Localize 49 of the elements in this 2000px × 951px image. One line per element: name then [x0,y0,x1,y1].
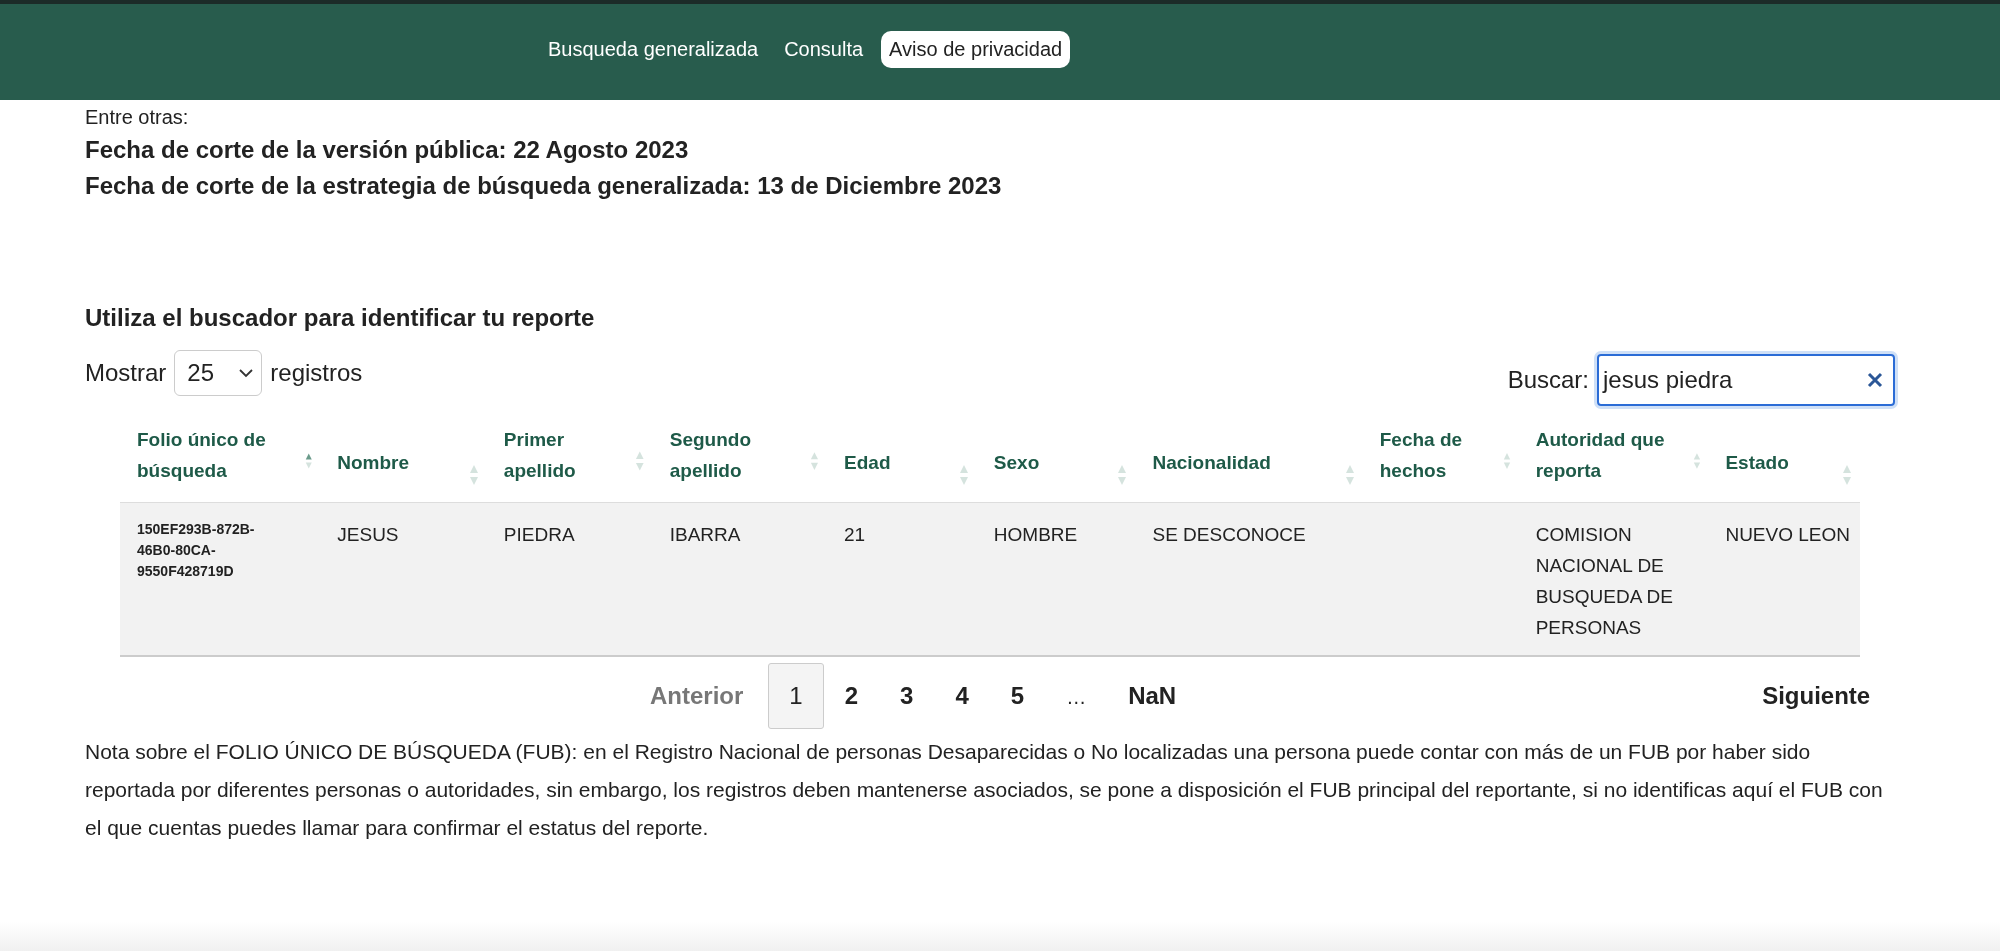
column-header[interactable]: Folio único de búsqueda [137,424,305,486]
sort-icon[interactable] [958,464,969,486]
column-header[interactable]: Fecha de hechos [1379,424,1503,486]
table-cell-text: IBARRA [669,523,742,547]
sort-icon[interactable] [1842,464,1852,486]
length-label: registros [270,359,363,387]
page-length-select[interactable]: 25 [174,350,263,396]
column-header[interactable]: Segundo apellido [669,424,811,486]
page-button[interactable]: 4 [934,663,990,729]
table-cell-text: HOMBRE [993,523,1079,547]
column-header[interactable]: Primer apellido [503,424,636,486]
pagination-ellipsis: … [1065,685,1088,710]
table-cell-text: NUEVO LEON [1725,523,1850,547]
column-header[interactable]: Estado [1725,446,1789,478]
section-heading: Utiliza el buscador para identificar tu reporte [85,304,596,332]
table-cell-text: PIEDRA [503,523,576,547]
clear-icon[interactable] [1867,372,1883,388]
cutoff-date-text: Fecha de corte de la versión pública: 22 Agosto 2023 [85,135,690,165]
page-button[interactable]: NaN [1107,663,1198,729]
sort-icon[interactable] [635,450,645,472]
search-field[interactable]: jesus piedra [1597,354,1895,406]
search-label: Buscar: [1507,366,1589,394]
page-button[interactable]: 2 [823,663,880,729]
table-cell-text: 21 [844,523,867,547]
sort-icon[interactable] [468,464,479,486]
cutoff-date-text: Fecha de corte de la estrategia de búsqueda generalizada: 13 de Diciembre 2023 [85,171,1003,201]
chevron-down-icon [239,368,254,378]
sort-icon[interactable] [1344,464,1355,486]
next-button[interactable]: Siguiente [1737,663,1896,729]
column-header[interactable]: Sexo [993,446,1040,478]
sort-icon[interactable] [810,450,820,472]
column-header[interactable]: Nombre [337,446,410,478]
table-cell-text: COMISION NACIONAL DE BUSQUEDA DE PERSONAS [1535,523,1674,640]
note-text: Nota sobre el FOLIO ÚNICO DE BÚSQUEDA (FUB): en el Registro Nacional de personas Desaparecidas o No localizadas una persona puede contar con más de un FUB por haber sido reportada por diferentes personas o autoridades, sin embargo, los registros deben mantenerse asociados, se pone a disposición el FUB principal del reportante, si no identificas aquí el FUB con el que cuentas puedes llamar para confirmar el estatus del reporte. [85,739,1884,841]
length-label: Mostrar [85,359,167,387]
sort-icon[interactable] [1117,464,1128,486]
page-button[interactable]: 1 [768,663,824,729]
intro-text: Entre otras: [85,105,190,130]
column-header[interactable]: Nacionalidad [1152,446,1271,478]
table-cell-text: SE DESCONOCE [1152,523,1307,547]
nav-link[interactable]: Aviso de privacidad [881,30,1071,68]
table-cell-text: JESUS [337,523,400,547]
table-cell-text: 150EF293B-872B-46B0-80CA-9550F428719D [137,520,256,581]
column-header[interactable]: Edad [844,446,891,478]
page-button[interactable]: 5 [989,663,1046,729]
column-header[interactable]: Autoridad que reporta [1535,424,1693,486]
nav-link[interactable]: Consulta [776,30,872,68]
page-button[interactable]: 3 [879,663,935,729]
nav-link[interactable]: Busqueda generalizada [540,30,767,68]
